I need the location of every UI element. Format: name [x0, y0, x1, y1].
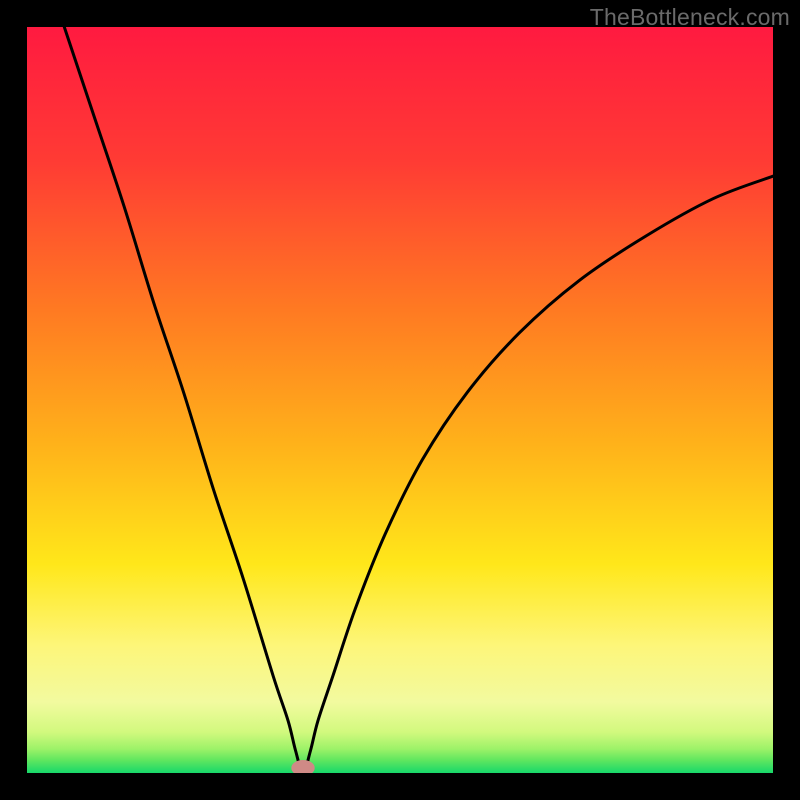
chart-frame: TheBottleneck.com: [0, 0, 800, 800]
bottleneck-chart: [27, 27, 773, 773]
minimum-marker: [292, 761, 314, 773]
plot-area: [27, 27, 773, 773]
gradient-background: [27, 27, 773, 773]
